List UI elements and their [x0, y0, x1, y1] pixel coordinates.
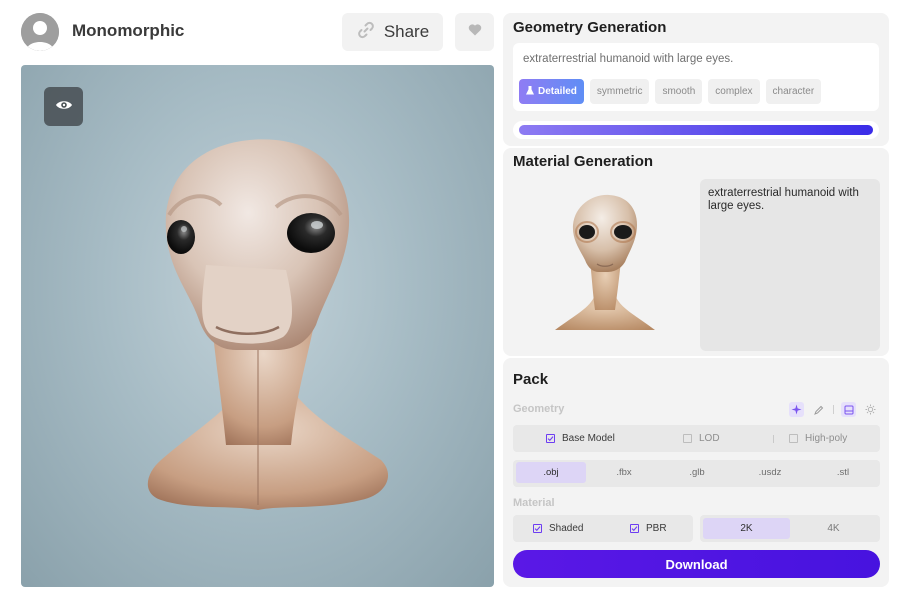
- material-preview-thumbnail[interactable]: [515, 180, 695, 340]
- material-sub-label: Material: [513, 497, 555, 509]
- pack-title: Pack: [513, 371, 549, 388]
- checkbox-icon: [546, 434, 555, 443]
- format-glb[interactable]: .glb: [662, 462, 732, 483]
- toolbar-divider: [833, 405, 834, 414]
- option-lod-label: LOD: [699, 433, 720, 444]
- format-usdz[interactable]: .usdz: [735, 462, 805, 483]
- option-high-poly-label: High-poly: [805, 433, 848, 444]
- tag-smooth[interactable]: smooth: [655, 79, 703, 104]
- model-render: [147, 139, 389, 510]
- sun-icon[interactable]: [863, 402, 878, 417]
- tag-character[interactable]: character: [765, 79, 822, 104]
- checkbox-icon: [630, 524, 639, 533]
- resolution-row: 2K 4K: [700, 515, 880, 542]
- material-description-box[interactable]: extraterrestrial humanoid with large eye…: [700, 179, 880, 351]
- material-description-text: extraterrestrial humanoid with large eye…: [708, 187, 859, 213]
- eye-icon: [55, 98, 73, 116]
- format-obj[interactable]: .obj: [516, 462, 586, 483]
- app-root: Monomorphic Share Geometry Generation ex…: [0, 0, 900, 601]
- format-row: .obj .fbx .glb .usdz .stl: [513, 460, 880, 487]
- geometry-prompt-box[interactable]: extraterrestrial humanoid with large eye…: [513, 43, 879, 111]
- option-shaded-label: Shaded: [549, 523, 584, 534]
- format-stl[interactable]: .stl: [808, 462, 878, 483]
- option-divider: [773, 435, 774, 443]
- format-fbx[interactable]: .fbx: [589, 462, 659, 483]
- layout-icon[interactable]: [841, 402, 856, 417]
- material-generation-title: Material Generation: [513, 153, 654, 170]
- checkbox-icon: [789, 434, 798, 443]
- model-viewer[interactable]: [21, 65, 494, 587]
- option-base-model-label: Base Model: [562, 433, 615, 444]
- option-shaded[interactable]: Shaded: [533, 515, 583, 542]
- sparkle-icon[interactable]: [789, 402, 804, 417]
- style-tags: Detailed symmetric smooth complex charac…: [519, 79, 822, 104]
- pack-panel: Pack Geometry Base Model LOD High-poly .…: [503, 358, 889, 587]
- material-options-row: Shaded PBR: [513, 515, 693, 542]
- pencil-icon[interactable]: [811, 402, 826, 417]
- option-base-model[interactable]: Base Model: [546, 425, 615, 452]
- resolution-2k[interactable]: 2K: [703, 518, 790, 539]
- option-lod[interactable]: LOD: [683, 425, 720, 452]
- checkbox-icon: [533, 524, 542, 533]
- generation-progress-bar: [513, 121, 879, 139]
- tag-symmetric[interactable]: symmetric: [589, 79, 650, 104]
- user-avatar-icon[interactable]: [21, 13, 59, 51]
- generation-progress-fill: [519, 125, 873, 135]
- link-icon: [356, 20, 376, 45]
- resolution-4k[interactable]: 4K: [790, 518, 877, 539]
- tag-detailed[interactable]: Detailed: [519, 79, 584, 104]
- geometry-sub-label: Geometry: [513, 403, 565, 415]
- username: Monomorphic: [72, 21, 185, 40]
- tag-complex[interactable]: complex: [708, 79, 760, 104]
- geometry-toolbar: [789, 402, 878, 417]
- flask-icon: [525, 85, 535, 98]
- share-button[interactable]: Share: [342, 13, 443, 51]
- material-generation-panel: Material Generation extraterrestrial hum…: [503, 148, 889, 356]
- checkbox-icon: [683, 434, 692, 443]
- option-high-poly[interactable]: High-poly: [789, 425, 847, 452]
- geometry-prompt-text: extraterrestrial humanoid with large eye…: [523, 53, 734, 65]
- option-pbr[interactable]: PBR: [630, 515, 667, 542]
- geometry-generation-panel: Geometry Generation extraterrestrial hum…: [503, 13, 889, 146]
- share-label: Share: [383, 22, 430, 41]
- heart-icon: [468, 23, 482, 41]
- visibility-toggle-button[interactable]: [44, 87, 83, 126]
- like-button[interactable]: [455, 13, 494, 51]
- tag-detailed-label: Detailed: [538, 86, 577, 97]
- download-button[interactable]: Download: [513, 550, 880, 578]
- option-pbr-label: PBR: [646, 523, 667, 534]
- geometry-generation-title: Geometry Generation: [513, 19, 667, 36]
- geometry-options-row: Base Model LOD High-poly: [513, 425, 880, 452]
